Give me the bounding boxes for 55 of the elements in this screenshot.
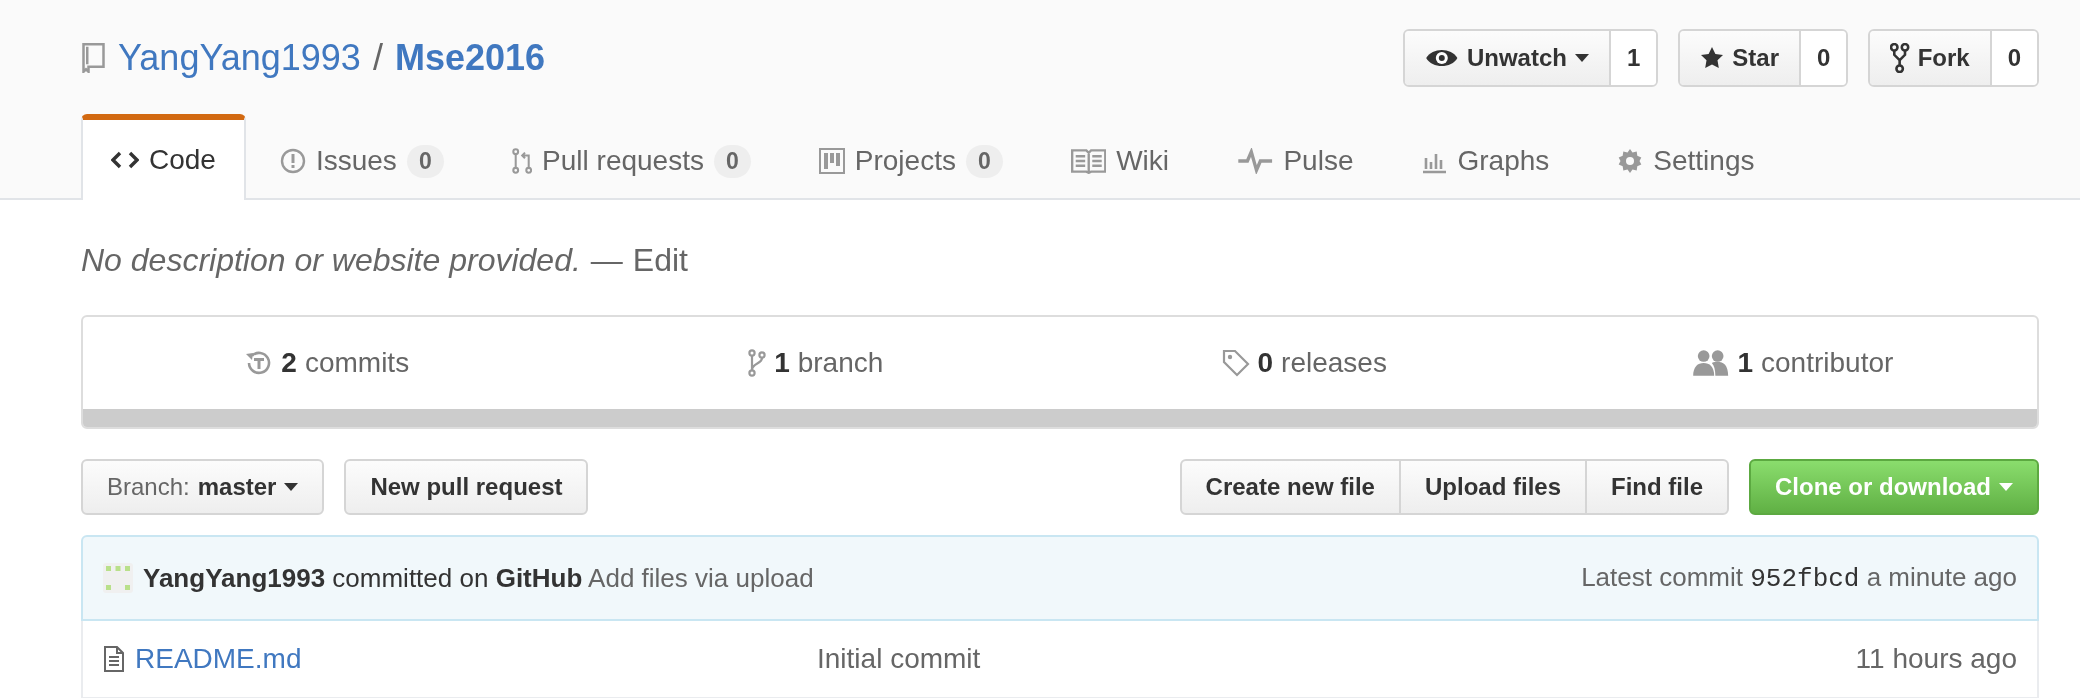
commit-summary: YangYang1993 committed on GitHub Add files via upload [143, 562, 814, 594]
book-icon [81, 43, 106, 73]
star-button[interactable]: Star [1680, 31, 1801, 85]
nav-tab[interactable]: Graphs [1387, 116, 1584, 200]
settings-icon [1617, 148, 1644, 174]
branch-select-button[interactable]: Branch: master [81, 459, 325, 515]
tag-icon [1221, 349, 1250, 377]
nav-tab[interactable]: Pulse [1203, 116, 1388, 200]
social-count[interactable]: 0 [1801, 31, 1847, 85]
counter-badge: 0 [713, 144, 751, 178]
commit-message-link[interactable]: Initial commit [817, 643, 1856, 675]
nav-tab[interactable]: Settings [1583, 116, 1789, 200]
caret-icon [1999, 483, 2013, 491]
nav-tab[interactable]: Projects 0 [784, 116, 1037, 200]
summary-link[interactable]: 2 commits [83, 317, 572, 409]
path-separator: / [372, 37, 383, 79]
summary-link[interactable]: 0 releases [1060, 317, 1549, 409]
nav-tab[interactable]: Wiki [1036, 116, 1204, 200]
social-count[interactable]: 0 [1991, 31, 2037, 85]
repo-owner-link[interactable]: YangYang1993 [118, 37, 361, 79]
avatar-icon [103, 563, 133, 593]
edit-link[interactable]: Edit [632, 242, 688, 279]
summary-link[interactable]: 1 branch [571, 317, 1060, 409]
repo-name-link[interactable]: Mse2016 [394, 37, 546, 79]
exclamation-circle-icon [279, 148, 306, 174]
nav-tab[interactable]: Pull requests 0 [477, 116, 785, 200]
latest-commit-info: Latest commit 952fbcd a minute ago [1581, 562, 2017, 594]
summary-link[interactable]: 1 contributor [1548, 317, 2037, 409]
new-pull-request-button[interactable]: New pull request [344, 459, 589, 515]
counter-badge: 0 [965, 144, 1003, 178]
caret-icon [1574, 54, 1589, 62]
pulse-icon [1237, 148, 1274, 174]
branch-icon [748, 349, 767, 377]
board-icon [818, 148, 845, 174]
dash: — [590, 242, 623, 279]
repo-description: No description or website provided. [81, 242, 581, 279]
pull-request-icon [511, 148, 533, 174]
file-action-button[interactable]: Upload files [1398, 459, 1587, 515]
open-book-icon [1070, 148, 1107, 174]
nav-tab[interactable]: Code [81, 114, 246, 200]
file-age: 11 hours ago [1855, 643, 2017, 675]
people-icon [1692, 349, 1730, 377]
star-icon [1700, 46, 1725, 70]
caret-icon [284, 483, 299, 491]
file-name-link[interactable]: README.md [135, 643, 302, 675]
fork-icon [1890, 43, 1910, 73]
file-icon [103, 645, 125, 673]
code-icon [111, 150, 139, 170]
file-action-button[interactable]: Find file [1585, 459, 1729, 515]
unwatch-button[interactable]: Unwatch [1405, 31, 1611, 85]
fork-button[interactable]: Fork [1870, 31, 1992, 85]
counter-badge: 0 [406, 144, 444, 178]
social-count[interactable]: 1 [1610, 31, 1657, 85]
file-action-button[interactable]: Create new file [1179, 459, 1401, 515]
nav-tab[interactable]: Issues 0 [245, 116, 478, 200]
